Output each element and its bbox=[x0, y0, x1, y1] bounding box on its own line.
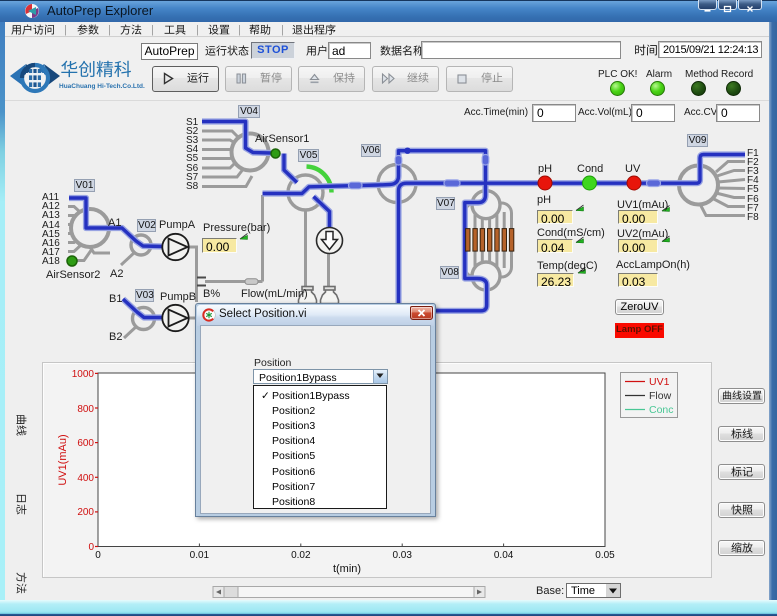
svg-text:UV1: UV1 bbox=[649, 376, 670, 388]
svg-text:200: 200 bbox=[77, 507, 94, 518]
svg-text:0.01: 0.01 bbox=[190, 550, 210, 561]
svg-text:600: 600 bbox=[77, 438, 94, 449]
svg-text:1000: 1000 bbox=[72, 369, 95, 380]
svg-text:0.02: 0.02 bbox=[291, 550, 311, 561]
svg-text:400: 400 bbox=[77, 473, 94, 484]
svg-text:t(min): t(min) bbox=[333, 563, 361, 575]
svg-text:Flow: Flow bbox=[649, 390, 672, 402]
svg-text:0.03: 0.03 bbox=[392, 550, 412, 561]
svg-text:Conc: Conc bbox=[649, 404, 674, 416]
svg-text:800: 800 bbox=[77, 404, 94, 415]
svg-text:0: 0 bbox=[95, 550, 101, 561]
svg-text:UV1(mAu): UV1(mAu) bbox=[57, 434, 69, 485]
svg-text:0.04: 0.04 bbox=[494, 550, 514, 561]
svg-text:0: 0 bbox=[88, 542, 94, 553]
svg-text:0.05: 0.05 bbox=[595, 550, 615, 561]
